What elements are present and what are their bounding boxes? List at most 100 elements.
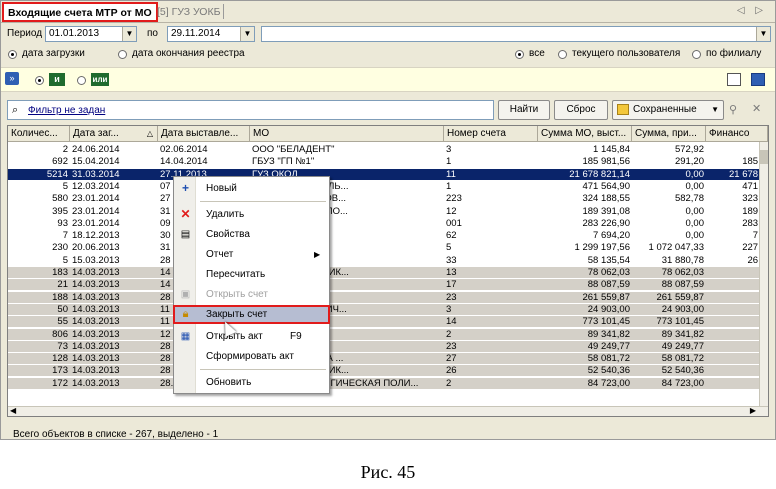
menu-item-open-act[interactable]: ▦ Открыть акт F9 (174, 327, 329, 346)
menu-item-recalculate[interactable]: Пересчитать (174, 265, 329, 284)
table-row[interactable]: 5 15.03.2013 28 33 58 135,54 31 880,78 26 2 (8, 254, 766, 266)
saved-filters-button[interactable]: Сохраненные ▼ (612, 100, 724, 120)
scroll-right-icon[interactable]: ▶ (750, 406, 756, 415)
context-menu: + Новый ✕ Удалить ▤ Свойства Отчет ▶ Пер… (173, 176, 330, 394)
mo-select[interactable]: ▼ (261, 26, 771, 42)
act-icon: ▦ (180, 331, 191, 342)
table-row[interactable]: 5214 31.03.2014 27.11.2013 ГУЗ ОКОД 11 21 678… (8, 168, 766, 180)
logic-and-radio[interactable] (35, 76, 44, 85)
table-row[interactable]: 7314.03.201328КАЯ ЦРБ2349 249,7749 249,7… (8, 340, 759, 352)
find-button[interactable]: Найти (498, 100, 550, 120)
save-icon[interactable] (751, 73, 765, 86)
table-cell: 18.12.2013 (72, 230, 120, 242)
menu-item-properties[interactable]: ▤ Свойства (174, 225, 329, 244)
table-row[interactable]: 39523.01.201431ОЛОГИЧЕСКАЯ ПО...12189 39… (8, 205, 766, 217)
table-row[interactable]: 230 20.06.2013 31 5 1 299 197,56 1 072 047,33… (8, 242, 766, 254)
scope-all-radio[interactable] (515, 50, 524, 59)
menu-item-form-act[interactable]: Сформировать акт (174, 347, 329, 366)
table-row[interactable]: 18314.03.201314Я ДЕТСКАЯ ПОЛИК...1378 06… (8, 267, 759, 278)
table-row[interactable]: 17214.03.201328.02.2013ГУЗ СТОМАТОЛОГИЧЕ… (8, 377, 759, 389)
chevron-down-icon[interactable]: ▼ (240, 27, 254, 41)
table-row[interactable]: 80614.03.201312ГА (И)289 341,8289 341,82 (8, 328, 759, 340)
table-cell: 395 (52, 205, 68, 217)
table-row[interactable]: 12814.03.201328Я ПОЛИКЛИНИКА ...2758 081… (8, 353, 759, 365)
table-cell: 31 880,78 (661, 254, 704, 266)
table-row[interactable]: 5014.03.201311Я СТОМАТОЛОГИЧ...324 903,0… (8, 303, 759, 315)
table-cell: 20.06.2013 (72, 242, 120, 254)
table-cell: 50 (57, 303, 68, 315)
chevron-down-icon[interactable]: ▼ (122, 27, 136, 41)
delete-x-icon: ✕ (180, 207, 191, 221)
col-upload-date-label: Дата заг... (73, 128, 119, 139)
date-upload-radio[interactable] (8, 50, 17, 59)
double-chevron-icon[interactable]: » (5, 72, 19, 85)
table-cell: 49 249,77 (661, 340, 704, 352)
table-cell: 13 (446, 267, 457, 278)
col-finance[interactable]: Финансо (706, 126, 768, 142)
col-sum-mo[interactable]: Сумма МО, выст... (538, 126, 632, 142)
scope-branch-radio[interactable] (692, 50, 701, 59)
table-row[interactable]: 512.03.201407ЕКЦИОННАЯ БОЛЬ...1471 564,9… (8, 181, 766, 192)
table-cell: 23.01.2014 (72, 217, 120, 229)
table-cell: 24 903,00 (587, 303, 630, 315)
period-to-input[interactable]: 29.11.2014 ▼ (167, 26, 255, 42)
scroll-thumb[interactable] (760, 150, 768, 164)
filter-link[interactable]: Фильтр не задан (28, 105, 105, 116)
table-cell: 5 (446, 242, 452, 254)
lock-icon: 🔒︎ (182, 308, 189, 320)
app-window: Входящие счета МТР от МО [5] ГУЗ УОКБ ◁ … (0, 0, 776, 440)
menu-item-open-act-shortcut: F9 (290, 331, 302, 342)
table-cell: 78 062,03 (587, 267, 630, 278)
table-cell: 0,00 (685, 168, 705, 180)
col-mo[interactable]: МО (250, 126, 444, 142)
scope-current-user-radio[interactable] (558, 50, 567, 59)
menu-item-properties-label: Свойства (206, 229, 250, 240)
tab-nav-arrows[interactable]: ◁ ▷ (737, 5, 767, 16)
vertical-scrollbar[interactable] (759, 142, 768, 407)
period-from-input[interactable]: 01.01.2013 ▼ (45, 26, 137, 42)
table-cell: 02.06.2014 (160, 144, 208, 155)
table-cell: 31.03.2014 (72, 168, 120, 180)
table-cell: 24 903,00 (661, 303, 704, 315)
table-row[interactable]: 718.12.201330ЬЯНОВСКА627 694,200,007 6 (8, 230, 766, 242)
table-cell: 0,00 (685, 230, 705, 242)
table-row[interactable]: 17314.03.201328Я ДЕТСКАЯ ПОЛИК...2652 54… (8, 365, 759, 377)
logic-or-radio[interactable] (77, 76, 86, 85)
table-cell: 172 (52, 377, 68, 389)
menu-item-refresh[interactable]: Обновить (174, 373, 329, 392)
filter-field[interactable]: ⌕ Фильтр не задан (7, 100, 494, 120)
menu-item-close-invoice[interactable]: 🔒︎ Закрыть счет (173, 305, 330, 324)
scroll-left-icon[interactable]: ◀ (10, 406, 16, 415)
list-view-icon[interactable] (727, 73, 741, 86)
close-icon[interactable]: ✕ (752, 102, 761, 115)
col-sum-accepted[interactable]: Сумма, при... (632, 126, 706, 142)
table-row[interactable]: 2 24.06.2014 02.06.2014 ООО "БЕЛАДЕНТ" 3 1 14… (8, 144, 766, 155)
table-cell: 582,78 (674, 193, 704, 205)
horizontal-scrollbar[interactable]: ◀ ▶ (8, 406, 768, 416)
table-cell: 572,92 (674, 144, 704, 155)
table-cell: 73 (57, 340, 68, 352)
menu-item-delete[interactable]: ✕ Удалить (174, 205, 329, 224)
table-row[interactable]: 58023.01.2014271 РФ ПО УЛЬЯНОВ...223324 … (8, 193, 766, 205)
table-row[interactable]: 18814.03.201328КАЯ ЦРБ23261 559,87261 55… (8, 291, 759, 303)
table-row[interactable]: 692 15.04.2014 14.04.2014 ГБУЗ "ГП №1" 1 185 … (8, 156, 766, 167)
table-row[interactable]: 2114.03.201314ЦРБ1788 087,5988 087,59 (8, 279, 759, 291)
chevron-down-icon[interactable]: ▼ (756, 27, 770, 41)
col-issue-date[interactable]: Дата выставле... (158, 126, 250, 142)
reset-button[interactable]: Сброс (554, 100, 608, 120)
table-row[interactable]: 55 14.03.2013 11 14 773 101,45 773 101,45 (8, 316, 759, 328)
col-upload-date[interactable]: Дата заг... △ (70, 126, 158, 142)
table-cell: 23.01.2014 (72, 193, 120, 205)
pin-icon[interactable]: ⚲ (729, 103, 737, 116)
table-row[interactable]: 9323.01.201409ЦРБ"001283 226,900,00283 2 (8, 217, 766, 229)
tab-incoming-invoices[interactable]: Входящие счета МТР от МО (2, 2, 158, 22)
menu-item-report[interactable]: Отчет ▶ (174, 245, 329, 264)
col-invoice-number[interactable]: Номер счета (444, 126, 538, 142)
tab-guz-uokb[interactable]: [5] ГУЗ УОКБ (157, 6, 220, 18)
table-cell: 33 (446, 254, 457, 266)
col-count[interactable]: Количес... (8, 126, 70, 142)
menu-item-new[interactable]: + Новый (174, 179, 329, 198)
table-cell: 52 540,36 (661, 365, 704, 377)
table-cell: 11 (446, 168, 456, 180)
date-end-radio[interactable] (118, 50, 127, 59)
